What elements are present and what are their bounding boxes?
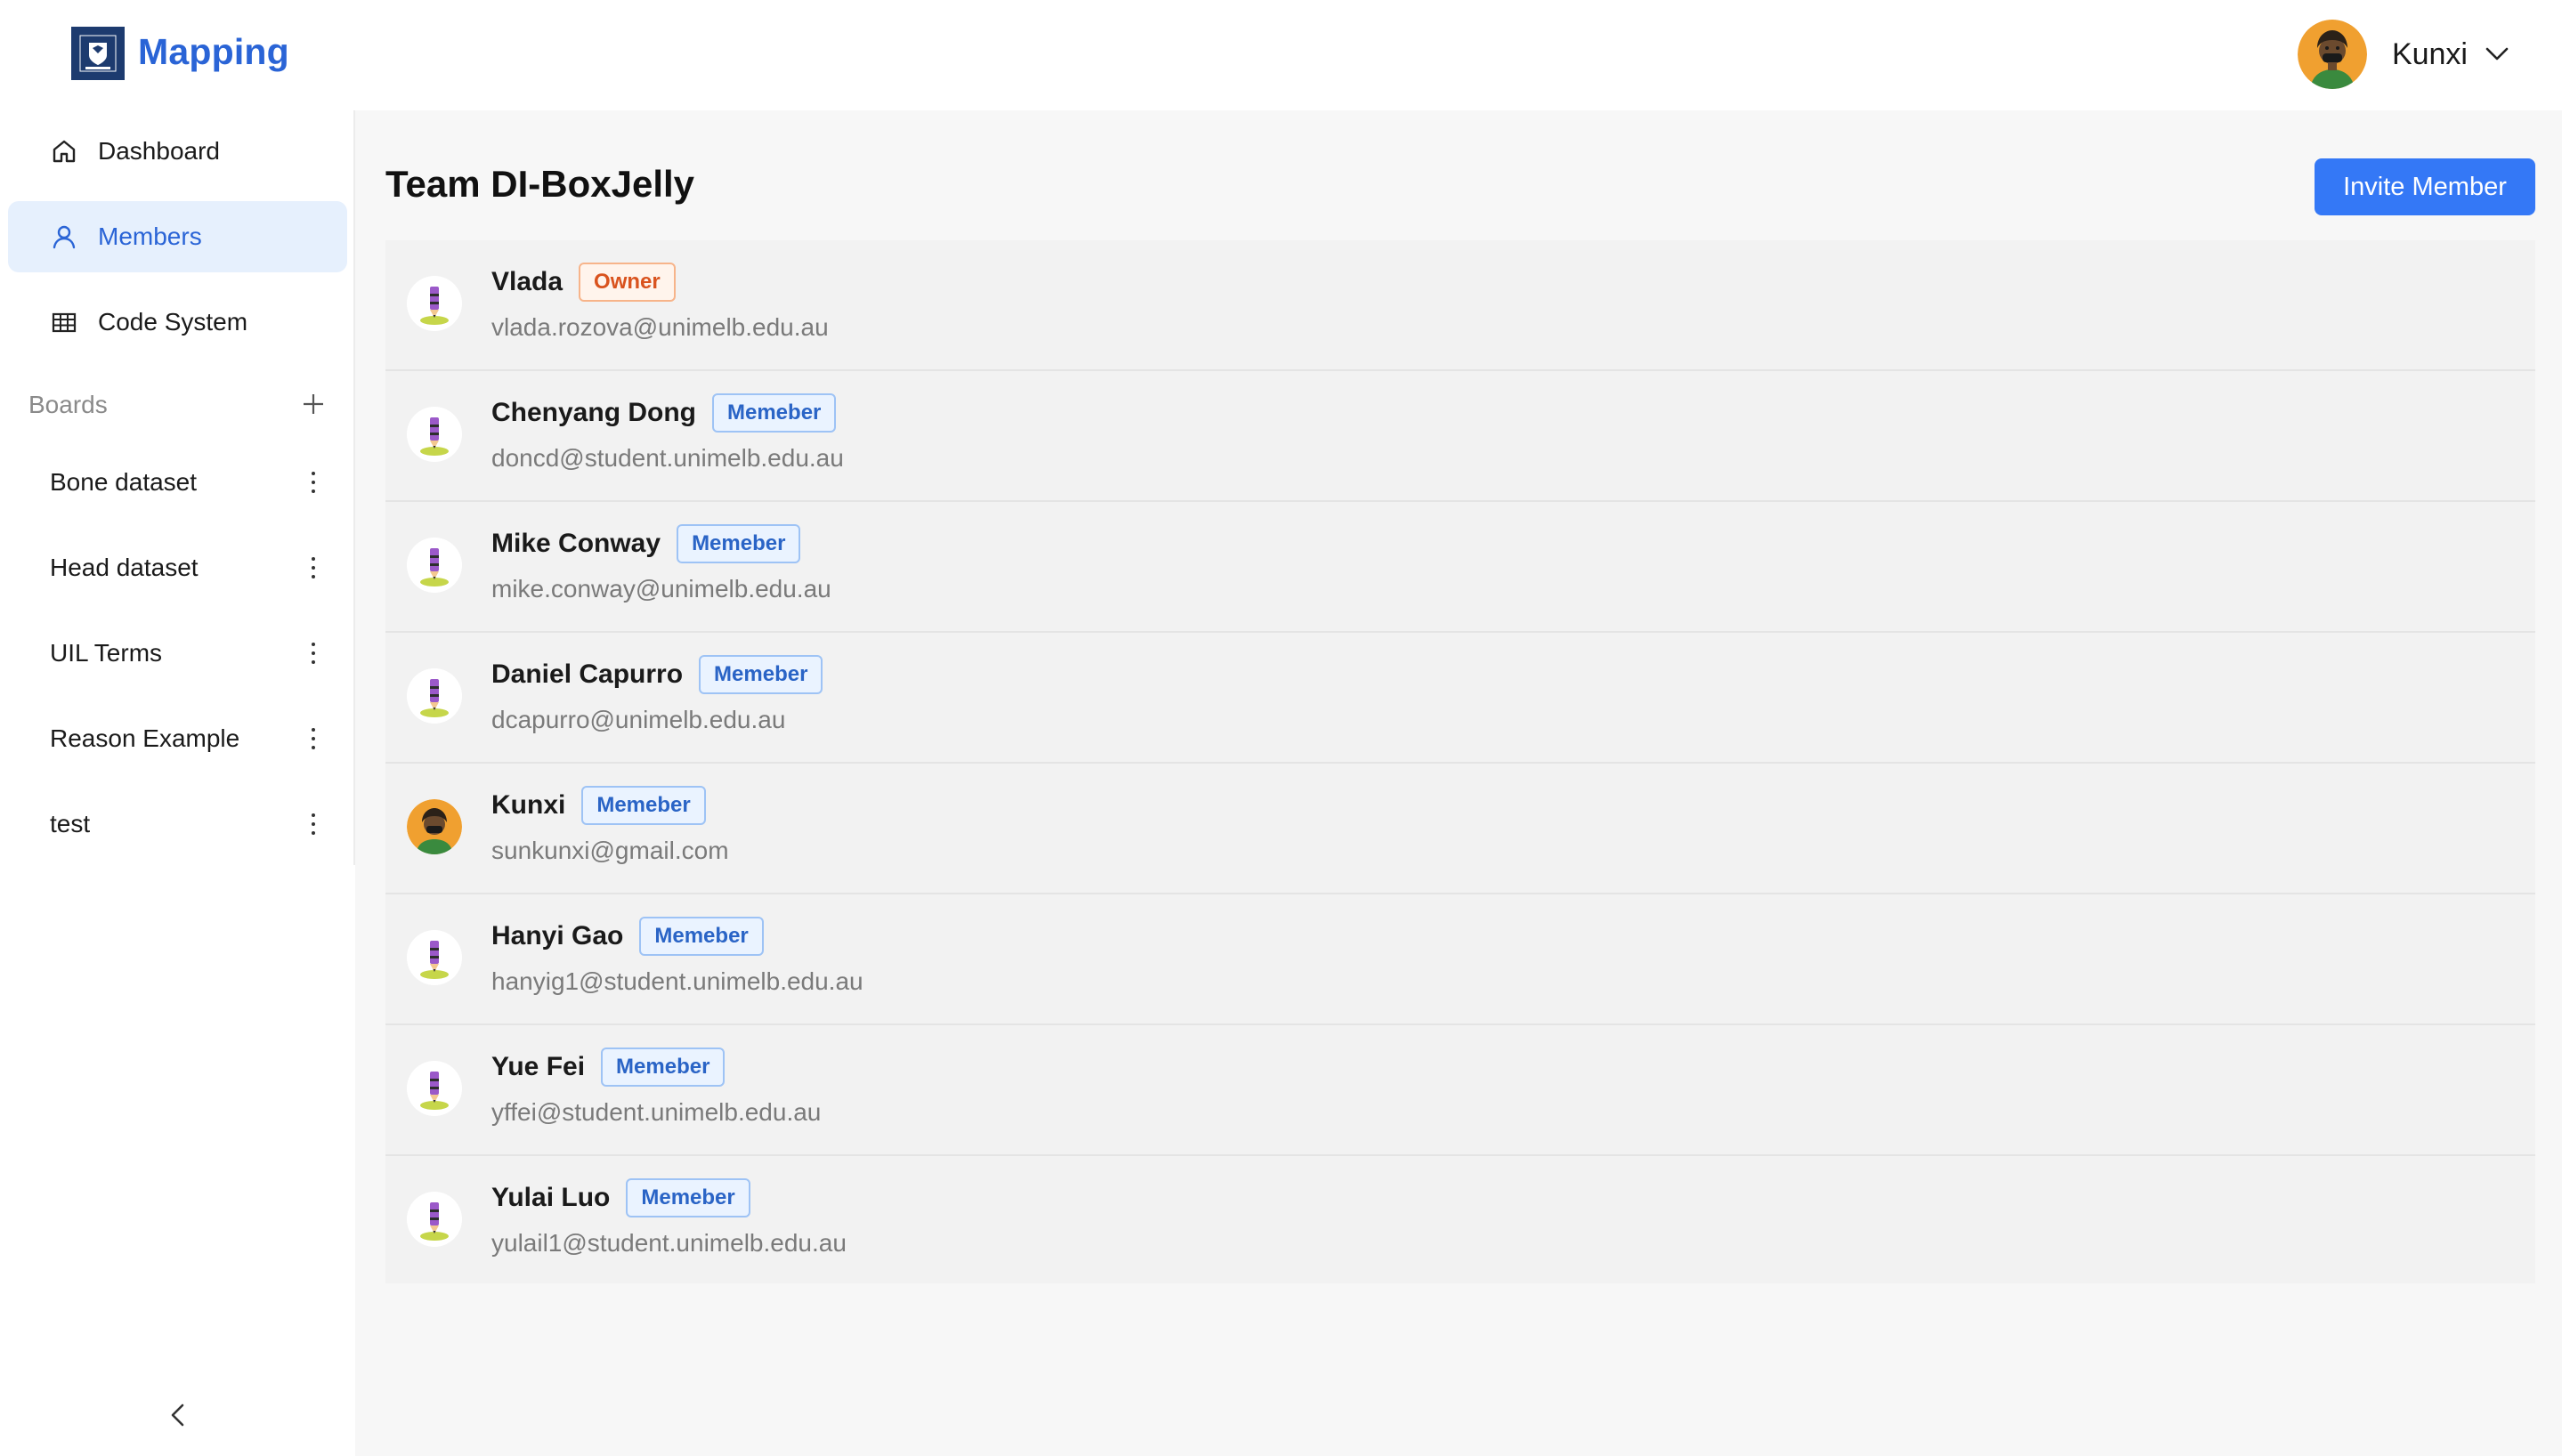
sidebar-item-code-system[interactable]: Code System [8, 287, 347, 358]
member-name-line: Chenyang Dong Memeber [491, 392, 837, 433]
board-item[interactable]: test [8, 789, 347, 860]
member-row[interactable]: Yulai Luo Memeber yulail1@student.unimelb.… [385, 1156, 2535, 1287]
member-name: Mike Conway [491, 529, 661, 558]
member-name-line: Vlada Owner [491, 262, 676, 303]
boards-section-label: Boards [28, 391, 108, 418]
pencil-avatar-icon [407, 407, 462, 462]
member-name-line: Yue Fei Memeber [491, 1047, 726, 1088]
user-name: Kunxi [2391, 36, 2468, 71]
home-icon [48, 135, 80, 167]
pencil-avatar-icon [407, 930, 462, 985]
chevron-left-icon [169, 1403, 187, 1432]
sidebar-item-label: Dashboard [98, 137, 220, 165]
member-email: hanyig1@student.unimelb.edu.au [491, 967, 863, 995]
member-name: Yue Fei [491, 1052, 586, 1081]
role-badge: Memeber [699, 655, 823, 694]
pencil-avatar-icon [407, 1061, 462, 1116]
member-name: Yulai Luo [491, 1183, 611, 1212]
role-badge: Memeber [712, 393, 837, 433]
member-name-line: Kunxi Memeber [491, 785, 706, 826]
member-name: Daniel Capurro [491, 659, 684, 689]
sidebar-item-dashboard[interactable]: Dashboard [8, 116, 347, 187]
page-title: Team DI-BoxJelly [385, 163, 695, 205]
university-logo[interactable] [71, 27, 125, 80]
board-item[interactable]: Bone dataset [8, 447, 347, 518]
sidebar-item-label: Members [98, 222, 202, 250]
member-name: Vlada [491, 267, 563, 296]
member-email: vlada.rozova@unimelb.edu.au [491, 313, 829, 341]
more-vertical-icon[interactable] [304, 724, 322, 753]
member-row[interactable]: Vlada Owner vlada.rozova@unimelb.edu.au [385, 240, 2535, 371]
add-board-button[interactable] [297, 390, 329, 422]
member-row[interactable]: Hanyi Gao Memeber hanyig1@student.unimelb.… [385, 894, 2535, 1025]
role-badge: Owner [579, 263, 676, 302]
role-badge: Memeber [601, 1048, 726, 1087]
user-menu[interactable]: Kunxi [2297, 20, 2509, 89]
member-list: Vlada Owner vlada.rozova@unimelb.edu.au Che… [385, 240, 2535, 1283]
pencil-avatar-icon [407, 1192, 462, 1247]
user-avatar [2297, 20, 2367, 89]
member-row[interactable]: Mike Conway Memeber mike.conway@unimelb.ed… [385, 502, 2535, 633]
more-vertical-icon[interactable] [304, 554, 322, 582]
user-icon [48, 221, 80, 253]
member-email: dcapurro@unimelb.edu.au [491, 706, 786, 733]
member-name-line: Yulai Luo Memeber [491, 1177, 750, 1218]
role-badge: Memeber [581, 786, 706, 825]
sidebar-item-members[interactable]: Members [8, 201, 347, 272]
board-item[interactable]: Reason Example [8, 703, 347, 774]
member-name: Hanyi Gao [491, 921, 624, 950]
collapse-sidebar-button[interactable] [160, 1399, 196, 1435]
person-avatar-icon [407, 799, 462, 854]
chevron-down-icon [2485, 47, 2509, 61]
member-email: doncd@student.unimelb.edu.au [491, 444, 844, 472]
member-name-line: Mike Conway Memeber [491, 523, 801, 564]
pencil-avatar-icon [407, 538, 462, 593]
table-icon [48, 306, 80, 338]
app-title[interactable]: Mapping [138, 31, 289, 73]
sidebar-item-label: Code System [98, 308, 248, 336]
more-vertical-icon[interactable] [304, 639, 322, 667]
member-email: yulail1@student.unimelb.edu.au [491, 1229, 847, 1257]
pencil-avatar-icon [407, 668, 462, 724]
member-row[interactable]: Yue Fei Memeber yffei@student.unimelb.edu.… [385, 1025, 2535, 1156]
top-header: Mapping Kunxi [0, 0, 2562, 110]
member-email: yffei@student.unimelb.edu.au [491, 1098, 822, 1126]
pencil-avatar-icon [407, 276, 462, 331]
board-label: UIL Terms [50, 639, 163, 667]
board-label: test [50, 810, 91, 837]
board-label: Bone dataset [50, 468, 198, 496]
member-row[interactable]: Chenyang Dong Memeber doncd@student.unimel… [385, 371, 2535, 502]
member-name: Chenyang Dong [491, 398, 696, 427]
member-name: Kunxi [491, 790, 566, 820]
more-vertical-icon[interactable] [304, 810, 322, 838]
member-email: sunkunxi@gmail.com [491, 837, 729, 864]
role-badge: Memeber [626, 1178, 750, 1217]
member-name-line: Daniel Capurro Memeber [491, 654, 823, 695]
member-row[interactable]: Kunxi Memeber sunkunxi@gmail.com [385, 764, 2535, 894]
role-badge: Memeber [639, 917, 764, 956]
member-email: mike.conway@unimelb.edu.au [491, 575, 831, 603]
board-label: Head dataset [50, 554, 199, 581]
board-label: Reason Example [50, 724, 240, 752]
invite-member-button[interactable]: Invite Member [2315, 158, 2535, 215]
plus-icon [301, 392, 326, 421]
more-vertical-icon[interactable] [304, 468, 322, 497]
board-item[interactable]: UIL Terms [8, 618, 347, 689]
member-name-line: Hanyi Gao Memeber [491, 916, 764, 957]
board-item[interactable]: Head dataset [8, 532, 347, 603]
member-row[interactable]: Daniel Capurro Memeber dcapurro@unimelb.ed… [385, 633, 2535, 764]
role-badge: Memeber [677, 524, 801, 563]
